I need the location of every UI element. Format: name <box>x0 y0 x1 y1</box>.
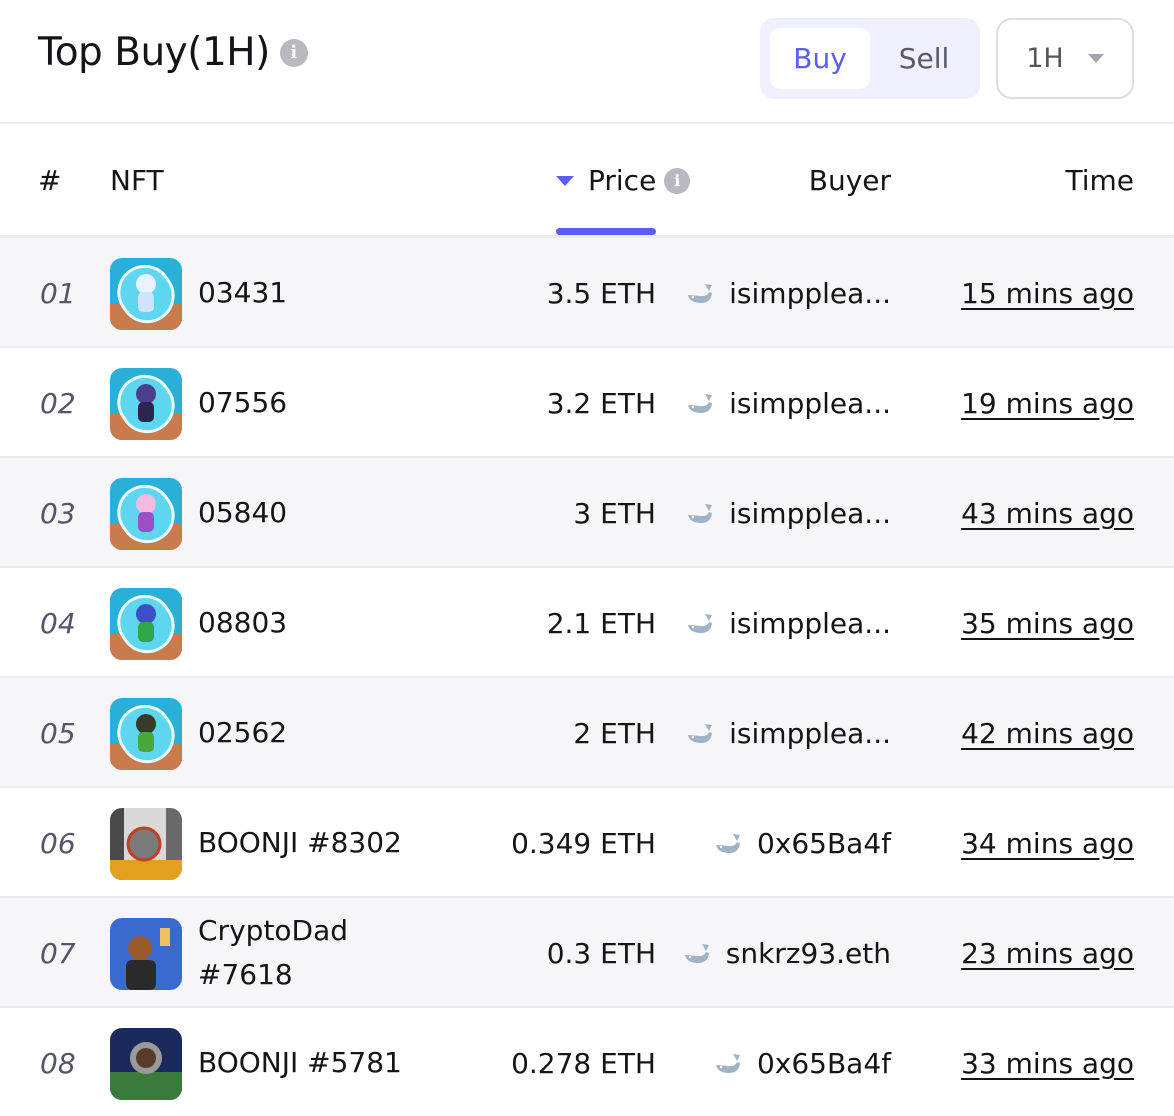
whale-icon <box>688 284 713 303</box>
nft-thumbnail[interactable] <box>110 1028 182 1100</box>
table-row[interactable]: 05 02562 2 ETH isimpplea... 42 mins ago <box>0 678 1174 788</box>
table-row[interactable]: 02 07556 3.2 ETH isimpplea... 19 mins ag… <box>0 348 1174 458</box>
buyer-name: isimpplea... <box>729 606 891 640</box>
price: 2.1 ETH <box>546 606 656 640</box>
column-header-nft: NFT <box>110 164 164 197</box>
price: 0.3 ETH <box>546 936 656 970</box>
info-icon[interactable]: i <box>664 167 691 194</box>
buyer-name: isimpplea... <box>729 716 891 750</box>
nft-thumbnail[interactable] <box>110 368 182 440</box>
buyer-name: isimpplea... <box>729 496 891 530</box>
table-row[interactable]: 06 BOONJI #8302 0.349 ETH 0x65Ba4f 34 mi… <box>0 788 1174 898</box>
nft-thumbnail[interactable] <box>110 258 182 330</box>
buyer-name: isimpplea... <box>729 276 891 310</box>
time-link[interactable]: 34 mins ago <box>961 788 1134 898</box>
time-link[interactable]: 19 mins ago <box>961 348 1134 458</box>
table-body: 01 03431 3.5 ETH isimpplea... 15 mins ag… <box>0 238 1174 1116</box>
buyer[interactable]: isimpplea... <box>685 568 891 678</box>
price: 3.2 ETH <box>546 386 656 420</box>
time-link[interactable]: 15 mins ago <box>961 238 1134 348</box>
nft-thumbnail[interactable] <box>110 698 182 770</box>
time-link[interactable]: 42 mins ago <box>961 678 1134 788</box>
rank: 08 <box>40 1046 76 1080</box>
table-row[interactable]: 04 08803 2.1 ETH isimpplea... 35 mins ag… <box>0 568 1174 678</box>
rank: 01 <box>40 276 76 310</box>
whale-icon <box>715 1054 740 1073</box>
buyer[interactable]: snkrz93.eth <box>682 898 891 1008</box>
whale-icon <box>684 944 709 963</box>
buyer[interactable]: isimpplea... <box>685 678 891 788</box>
page-header: Top Buy(1H) i Buy Sell 1H <box>0 0 1174 124</box>
whale-icon <box>715 834 740 853</box>
price: 0.349 ETH <box>511 826 656 860</box>
nft-name[interactable]: 07556 <box>198 348 428 458</box>
buyer-name: 0x65Ba4f <box>756 1046 891 1080</box>
sort-indicator-underline <box>556 228 656 235</box>
info-icon[interactable]: i <box>279 38 308 67</box>
rank: 06 <box>40 826 76 860</box>
buy-sell-toggle: Buy Sell <box>760 18 980 99</box>
time-link[interactable]: 23 mins ago <box>961 898 1134 1008</box>
buyer[interactable]: isimpplea... <box>685 238 891 348</box>
buyer[interactable]: 0x65Ba4f <box>713 788 891 898</box>
whale-icon <box>688 504 713 523</box>
buyer-name: snkrz93.eth <box>725 936 891 970</box>
buyer-name: isimpplea... <box>729 386 891 420</box>
nft-thumbnail[interactable] <box>110 588 182 660</box>
price: 2 ETH <box>573 716 656 750</box>
buyer[interactable]: 0x65Ba4f <box>713 1008 891 1116</box>
nft-thumbnail[interactable] <box>110 478 182 550</box>
period-value: 1H <box>1026 43 1064 74</box>
price: 3 ETH <box>573 496 656 530</box>
nft-name[interactable]: 08803 <box>198 568 428 678</box>
whale-icon <box>688 394 713 413</box>
nft-thumbnail[interactable] <box>110 918 182 990</box>
nft-name[interactable]: CryptoDad #7618 <box>198 898 428 1008</box>
buy-toggle-button[interactable]: Buy <box>770 28 870 89</box>
table-header: # NFT Price i Buyer Time <box>0 124 1174 238</box>
table-row[interactable]: 03 05840 3 ETH isimpplea... 43 mins ago <box>0 458 1174 568</box>
buyer[interactable]: isimpplea... <box>685 458 891 568</box>
rank: 04 <box>40 606 76 640</box>
nft-name[interactable]: 03431 <box>198 238 428 348</box>
time-link[interactable]: 43 mins ago <box>961 458 1134 568</box>
time-link[interactable]: 33 mins ago <box>961 1008 1134 1116</box>
title-group: Top Buy(1H) i <box>38 30 308 75</box>
nft-thumbnail[interactable] <box>110 808 182 880</box>
column-header-buyer: Buyer <box>808 164 891 197</box>
whale-icon <box>688 724 713 743</box>
buyer-name: 0x65Ba4f <box>756 826 891 860</box>
page-title: Top Buy(1H) <box>38 30 270 75</box>
buyer[interactable]: isimpplea... <box>685 348 891 458</box>
sort-desc-icon <box>556 175 574 186</box>
nft-name[interactable]: BOONJI #8302 <box>198 788 428 898</box>
column-header-price-label: Price <box>588 164 657 197</box>
price: 3.5 ETH <box>546 276 656 310</box>
sell-toggle-button[interactable]: Sell <box>878 28 970 89</box>
period-dropdown[interactable]: 1H <box>996 18 1134 99</box>
chevron-down-icon <box>1087 54 1104 63</box>
nft-name[interactable]: BOONJI #5781 <box>198 1008 428 1116</box>
price: 0.278 ETH <box>511 1046 656 1080</box>
rank: 02 <box>40 386 76 420</box>
nft-name[interactable]: 05840 <box>198 458 428 568</box>
whale-icon <box>688 614 713 633</box>
column-header-rank: # <box>38 164 62 197</box>
rank: 05 <box>40 716 76 750</box>
table-row[interactable]: 08 BOONJI #5781 0.278 ETH 0x65Ba4f 33 mi… <box>0 1008 1174 1116</box>
time-link[interactable]: 35 mins ago <box>961 568 1134 678</box>
column-header-price[interactable]: Price i <box>556 164 691 197</box>
table-row[interactable]: 07 CryptoDad #7618 0.3 ETH snkrz93.eth 2… <box>0 898 1174 1008</box>
column-header-time: Time <box>1065 164 1134 197</box>
rank: 03 <box>40 496 76 530</box>
nft-name[interactable]: 02562 <box>198 678 428 788</box>
table-row[interactable]: 01 03431 3.5 ETH isimpplea... 15 mins ag… <box>0 238 1174 348</box>
rank: 07 <box>40 936 76 970</box>
